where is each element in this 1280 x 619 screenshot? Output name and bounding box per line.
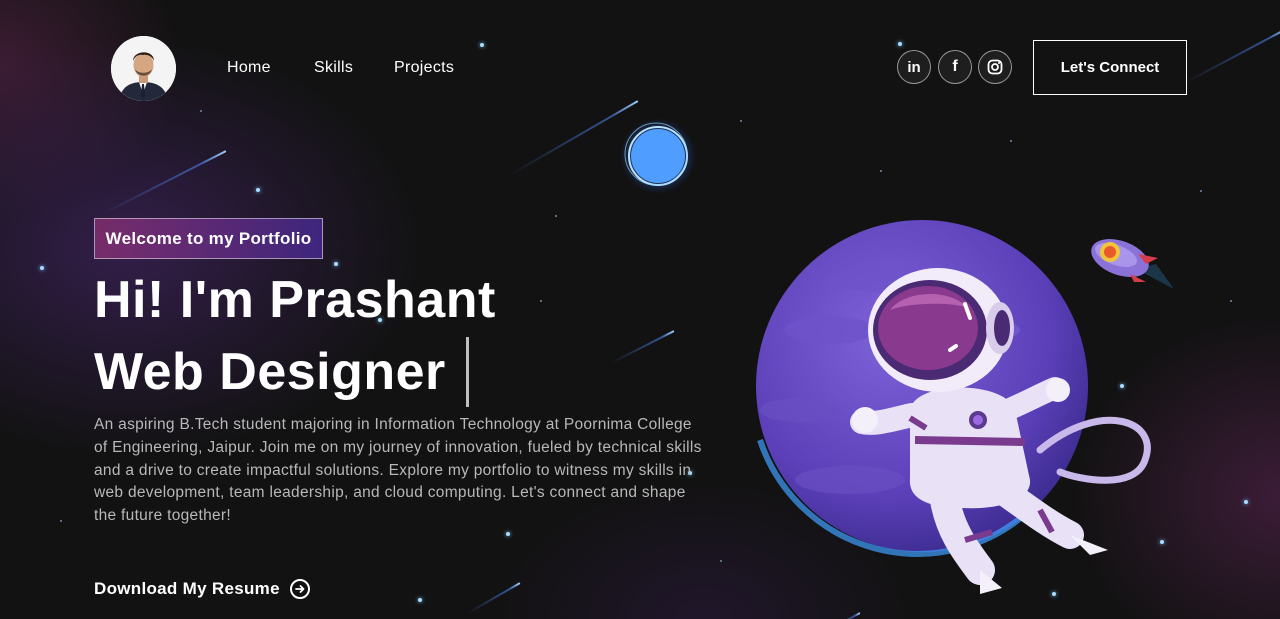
- welcome-tagline: Welcome to my Portfolio: [94, 218, 323, 259]
- instagram-link[interactable]: [978, 50, 1012, 84]
- nav-link-home[interactable]: Home: [227, 59, 271, 77]
- role-heading: Web Designer: [94, 343, 446, 401]
- navbar: Home Skills Projects in f Let's Connect: [0, 0, 1280, 136]
- download-resume-label: Download My Resume: [94, 579, 280, 598]
- linkedin-link[interactable]: in: [897, 50, 931, 84]
- nav-link-skills[interactable]: Skills: [314, 59, 353, 77]
- instagram-icon: [987, 59, 1003, 75]
- greeting-heading: Hi! I'm Prashant: [94, 271, 496, 329]
- about-paragraph: An aspiring B.Tech student majoring in I…: [94, 416, 702, 525]
- glowing-orb-icon: [620, 118, 696, 194]
- linkedin-icon: in: [907, 58, 921, 76]
- typing-caret: [466, 337, 469, 407]
- nav-link-projects[interactable]: Projects: [394, 59, 454, 77]
- arrow-right-circle-icon: [289, 579, 310, 599]
- facebook-link[interactable]: f: [938, 50, 972, 84]
- portfolio-page: Home Skills Projects in f Let's Connect …: [0, 0, 1280, 619]
- lets-connect-button[interactable]: Let's Connect: [1033, 40, 1187, 95]
- download-resume-button[interactable]: Download My Resume: [94, 579, 310, 599]
- facebook-icon: f: [952, 58, 958, 75]
- avatar[interactable]: [111, 36, 176, 101]
- astronaut-planet-illustration: [756, 220, 1151, 594]
